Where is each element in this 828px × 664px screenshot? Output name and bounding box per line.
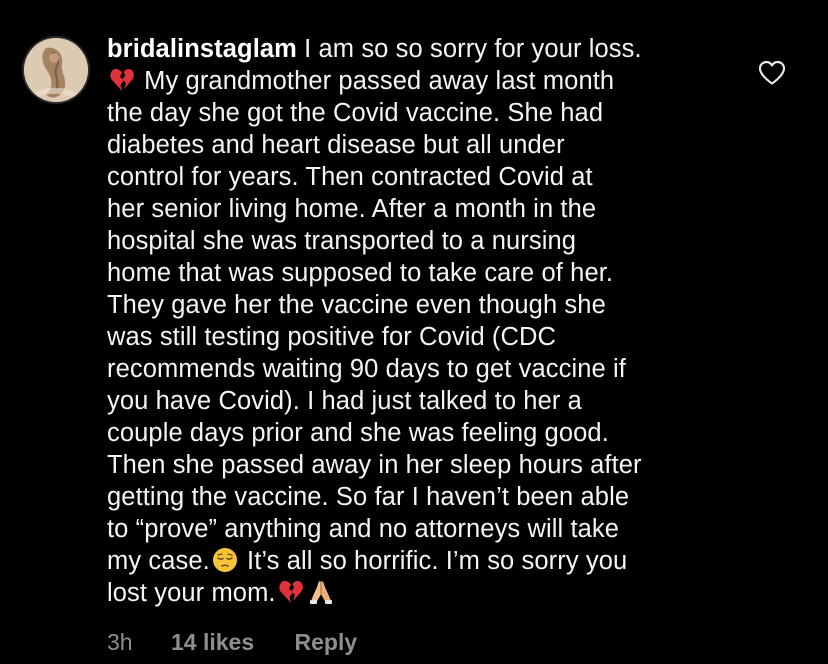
comment-line: They gave her the vaccine even though sh… [107, 291, 606, 319]
like-heart-icon[interactable] [758, 60, 786, 86]
comment-line: home that was supposed to take care of h… [107, 259, 614, 287]
comment-line: to “prove” anything and no attorneys wil… [107, 515, 620, 543]
comment-line: hospital she was transported to a nursin… [107, 227, 577, 255]
comment-body: bridalinstaglam I am so so sorry for you… [107, 33, 727, 609]
broken-heart-emoji [110, 68, 134, 91]
avatar[interactable] [24, 38, 88, 102]
comment-text: lost your mom. [107, 579, 276, 607]
broken-heart-emoji [278, 580, 303, 603]
comment-line: control for years. Then contracted Covid… [107, 163, 593, 191]
comment-text: My grandmother passed away last month [137, 67, 615, 95]
comment-timestamp: 3h [107, 629, 133, 655]
comment-line: recommends waiting 90 days to get vaccin… [107, 355, 626, 383]
comment-line: lost your mom. [107, 577, 727, 609]
comment-footer: 3h 14 likes Reply [107, 628, 357, 656]
comment-line: couple days prior and she was feeling go… [107, 419, 609, 447]
comment-line: Then she passed away in her sleep hours … [107, 451, 642, 479]
comment-line: was still testing positive for Covid (CD… [107, 323, 557, 351]
comment-text: my case. [107, 547, 210, 575]
comment-line: diabetes and heart disease but all under [107, 131, 565, 159]
pensive-face-emoji [212, 548, 237, 572]
reply-button[interactable]: Reply [295, 628, 358, 656]
folded-hands-emoji [309, 581, 332, 604]
comment: bridalinstaglam I am so so sorry for you… [0, 0, 828, 664]
comment-text: It’s all so horrific. I’m so sorry you [239, 547, 628, 575]
comment-line: getting the vaccine. So far I haven’t be… [107, 483, 630, 511]
comment-line: My grandmother passed away last month [107, 65, 727, 97]
likes-count-button[interactable]: 14 likes [171, 628, 254, 656]
avatar-image [24, 38, 88, 102]
comment-line: my case. It’s all so horrific. I’m so so… [107, 545, 727, 577]
comment-line: you have Covid). I had just talked to he… [107, 387, 582, 415]
comment-text: I am so so sorry for your loss. [296, 35, 642, 63]
comment-line: bridalinstaglam I am so so sorry for you… [107, 33, 727, 65]
comment-line: her senior living home. After a month in… [107, 195, 597, 223]
comment-line: the day she got the Covid vaccine. She h… [107, 99, 604, 127]
username-link[interactable]: bridalinstaglam [107, 35, 297, 63]
